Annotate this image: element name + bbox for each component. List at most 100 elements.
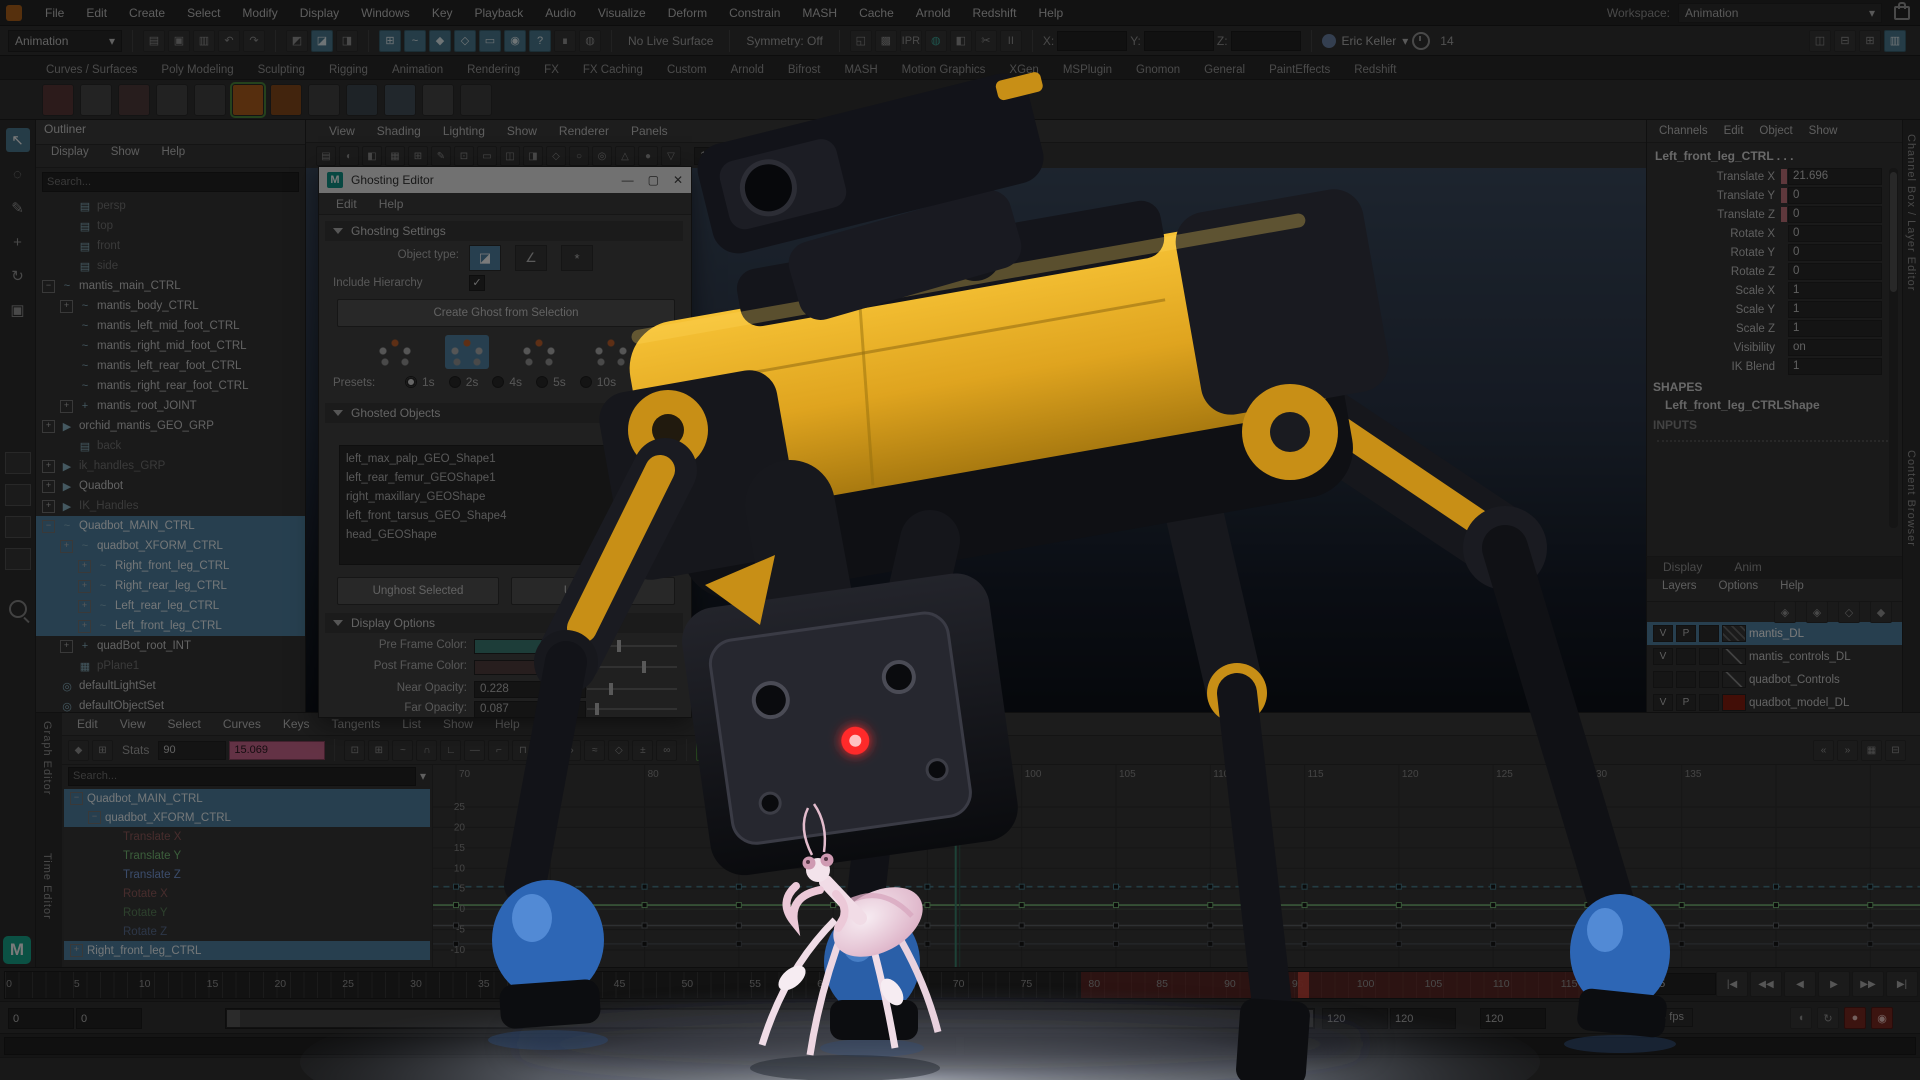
shelf-tab[interactable]: General [1192, 61, 1257, 79]
shelf-sweep-mesh[interactable] [460, 84, 492, 116]
channelbox-toggle-icon[interactable]: ▥ [1884, 30, 1906, 52]
expander-icon[interactable]: + [78, 580, 91, 593]
outliner-row[interactable]: ▤ persp [36, 196, 305, 216]
outliner-row[interactable]: ~ mantis_left_rear_foot_CTRL [36, 356, 305, 376]
new-scene-icon[interactable]: ▤ [143, 30, 165, 52]
include-hierarchy-checkbox[interactable]: ✓ [469, 275, 485, 291]
channel-row[interactable]: Rotate Z 0 [1647, 262, 1902, 281]
channel-box-object-name[interactable]: Left_front_leg_CTRL . . . [1647, 143, 1902, 167]
layer-row[interactable]: quadbot_Controls [1647, 668, 1902, 691]
menu-item[interactable]: Options [1710, 580, 1768, 600]
ghost-preset-custom[interactable] [373, 335, 417, 369]
layer-editor-tab[interactable]: Anim [1718, 557, 1777, 579]
outliner-row[interactable]: + ~ mantis_body_CTRL [36, 296, 305, 316]
layer-color-swatch[interactable] [1722, 648, 1746, 665]
auto-key-icon[interactable]: ● [1844, 1007, 1866, 1029]
expander-icon[interactable]: + [60, 400, 73, 413]
ge-insert-key-icon[interactable]: ⊞ [92, 740, 113, 761]
pause-viewport-icon[interactable]: II [1000, 30, 1022, 52]
channel-row[interactable]: IK Blend 1 [1647, 357, 1902, 376]
maximize-button[interactable]: ▢ [648, 173, 659, 187]
ghosted-object-item[interactable]: left_front_tarsus_GEO_Shape4 [346, 507, 664, 526]
time-slider-track[interactable]: 0510152025303540455055606570758085909510… [4, 971, 1642, 999]
far-opacity-slider[interactable] [587, 708, 677, 710]
range-start-handle[interactable] [227, 1010, 240, 1027]
outliner-row[interactable]: ▤ back [36, 436, 305, 456]
ghosted-object-item[interactable]: head_GEOShape [346, 526, 664, 545]
expander-icon[interactable]: + [42, 420, 55, 433]
outliner-row[interactable]: + ~ Right_front_leg_CTRL [36, 556, 305, 576]
current-time-field[interactable] [1648, 973, 1716, 995]
snap-grid-icon[interactable]: ⊞ [379, 30, 401, 52]
modeling-toolkit-icon[interactable]: ◫ [1809, 30, 1831, 52]
undo-icon[interactable]: ↶ [218, 30, 240, 52]
expander-icon[interactable]: + [42, 500, 55, 513]
shelf-tab[interactable]: Poly Modeling [149, 61, 245, 79]
anim-prefs-icon[interactable]: ◉ [1871, 1007, 1893, 1029]
tab-graph-editor[interactable]: Graph Editor [41, 721, 53, 795]
open-scene-icon[interactable]: ▣ [168, 30, 190, 52]
lock-selection-icon[interactable]: ∎ [554, 30, 576, 52]
menu-item[interactable]: Help [1028, 6, 1075, 20]
far-opacity-field[interactable]: 0.087 [474, 701, 586, 718]
expander-icon[interactable]: + [42, 480, 55, 493]
user-account-menu[interactable]: Eric Keller ▾ [1322, 34, 1409, 48]
shelf-tab[interactable]: FX Caching [571, 61, 655, 79]
outliner-row[interactable]: + ▶ ik_handles_GRP [36, 456, 305, 476]
menu-item[interactable]: Key [421, 6, 464, 20]
menu-item[interactable]: View [318, 124, 366, 138]
channel-row[interactable]: Translate Z 0 [1647, 205, 1902, 224]
shelf-bake-anim[interactable] [422, 84, 454, 116]
shelf-set-key[interactable] [42, 84, 74, 116]
layer-editor-tab[interactable]: Display [1647, 557, 1718, 579]
expander-icon[interactable]: − [42, 280, 55, 293]
menu-item[interactable]: Object [1751, 125, 1800, 137]
outliner-row[interactable]: ◎ defaultLightSet [36, 676, 305, 696]
menu-item[interactable]: Help [484, 717, 531, 731]
channel-row[interactable]: Scale Y 1 [1647, 300, 1902, 319]
grid-icon[interactable]: ⊡ [454, 146, 474, 166]
ghosted-object-item[interactable]: right_maxillary_GEOShape [346, 488, 664, 507]
safe-action-icon[interactable]: ○ [569, 146, 589, 166]
outliner-row[interactable]: ~ mantis_left_mid_foot_CTRL [36, 316, 305, 336]
isolate-select-icon[interactable]: ● [638, 146, 658, 166]
shelf-unghost[interactable] [270, 84, 302, 116]
playback-start-field[interactable] [76, 1008, 142, 1029]
expander-icon[interactable]: + [78, 620, 91, 633]
graph-editor-channel-row[interactable]: Rotate Y [64, 903, 430, 922]
graph-editor-search-input[interactable] [68, 767, 416, 786]
layer-color-swatch[interactable] [1722, 671, 1746, 688]
layer-row[interactable]: V P quadbot_model_DL [1647, 691, 1902, 714]
menu-item[interactable]: Windows [350, 6, 421, 20]
redo-icon[interactable]: ↷ [243, 30, 265, 52]
menu-item[interactable]: Display [289, 6, 350, 20]
layer-visibility-toggle[interactable]: V [1653, 648, 1673, 665]
ipr-render-icon[interactable]: IPR [900, 30, 922, 52]
ghosted-objects-list[interactable]: left_max_palp_GEO_Shape1left_rear_femur_… [339, 445, 671, 565]
pan-zoom-icon[interactable]: ⊞ [408, 146, 428, 166]
graph-editor-channel-row[interactable]: Translate Y [64, 846, 430, 865]
ge-free-weight-icon[interactable]: ± [632, 740, 653, 761]
shelf-tab[interactable]: Animation [380, 61, 455, 79]
outliner-row[interactable]: + ~ Left_front_leg_CTRL [36, 616, 305, 636]
expander-icon[interactable]: − [70, 792, 83, 805]
ge-spline-tangent-icon[interactable]: ~ [392, 740, 413, 761]
ge-auto-tangent-toggle[interactable]: A [696, 740, 717, 761]
close-button[interactable]: ✕ [673, 173, 683, 187]
menu-item[interactable]: Show [1801, 125, 1846, 137]
menu-item[interactable]: Edit [1716, 125, 1752, 137]
expander-icon[interactable]: + [42, 460, 55, 473]
select-object-icon[interactable]: ◪ [311, 30, 333, 52]
tab-channel-box[interactable]: Channel Box / Layer Editor [1905, 134, 1917, 291]
outliner-row[interactable]: − ~ Quadbot_MAIN_CTRL [36, 516, 305, 536]
playback-button[interactable]: ▶ [1818, 971, 1850, 997]
post-frame-slider[interactable] [587, 666, 677, 668]
menu-item[interactable]: Panels [620, 124, 679, 138]
lasso-tool-icon[interactable]: ◌ [6, 162, 30, 186]
shelf-time-warp[interactable] [346, 84, 378, 116]
ge-clamped-tangent-icon[interactable]: ∩ [416, 740, 437, 761]
x-coordinate-input[interactable] [1057, 31, 1127, 51]
preset-radio[interactable]: 1s [405, 375, 435, 389]
layer-playback-toggle[interactable]: P [1676, 694, 1696, 711]
color-space-dropdown[interactable]: ACES 1.0 SDR-video (sRGB)▾ [753, 147, 944, 165]
